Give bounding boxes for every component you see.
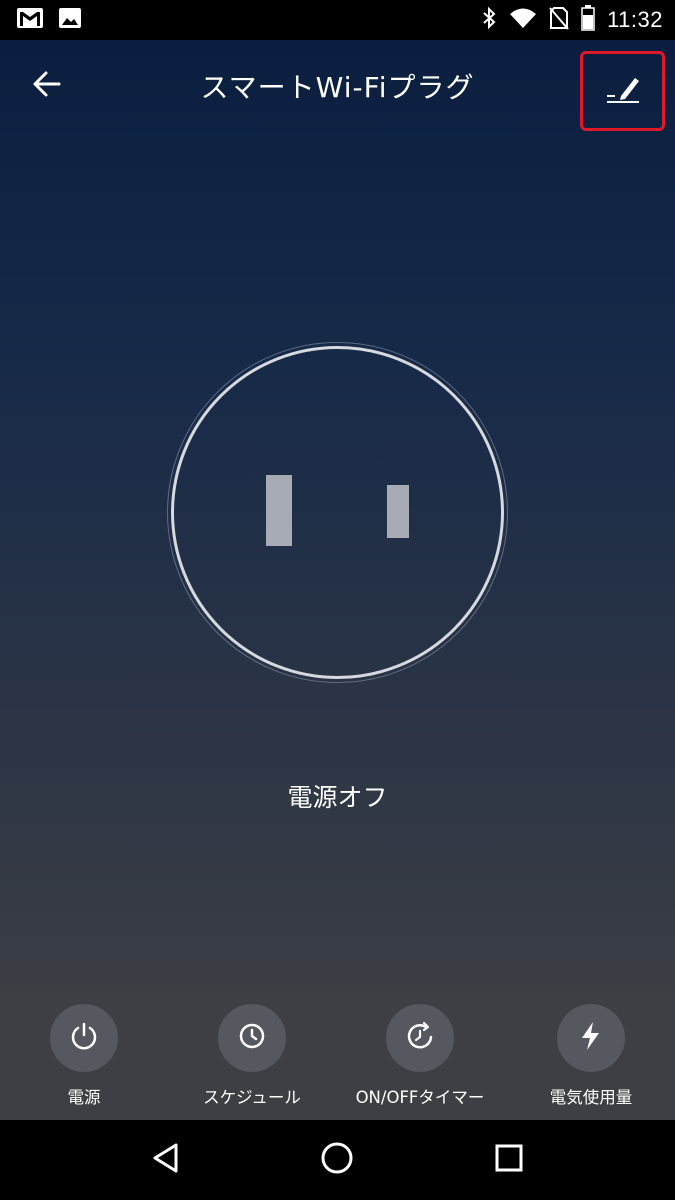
plug-slot-right [387, 485, 409, 538]
app-header: スマートWi-Fiプラグ [0, 40, 675, 132]
image-icon [58, 7, 82, 33]
schedule-label: スケジュール [203, 1088, 301, 1107]
system-nav-bar [0, 1120, 675, 1200]
energy-usage-label: 電気使用量 [549, 1088, 633, 1107]
nav-back-button[interactable] [126, 1130, 206, 1190]
battery-icon [581, 5, 595, 35]
bluetooth-icon [481, 6, 497, 34]
back-triangle-icon [151, 1142, 181, 1178]
wifi-icon [509, 7, 537, 33]
pencil-edit-icon [603, 72, 643, 110]
nav-home-button[interactable] [297, 1130, 377, 1190]
status-time: 11:32 [607, 7, 663, 32]
timer-button[interactable] [386, 1004, 454, 1072]
schedule-button[interactable] [218, 1004, 286, 1072]
plug-status-text: 電源オフ [287, 783, 388, 812]
plug-toggle[interactable] [165, 340, 510, 685]
lightning-icon [578, 1021, 604, 1055]
power-icon [69, 1021, 99, 1055]
schedule-action[interactable]: スケジュール [168, 1004, 336, 1114]
nav-recents-button[interactable] [469, 1130, 549, 1190]
clock-icon [237, 1021, 267, 1055]
timer-icon [404, 1020, 436, 1056]
gmail-icon [16, 7, 44, 33]
home-circle-icon [320, 1141, 354, 1179]
recents-square-icon [494, 1143, 524, 1177]
timer-label: ON/OFFタイマー [355, 1088, 485, 1107]
plug-slot-left [266, 475, 292, 546]
edit-button[interactable] [580, 51, 665, 131]
power-action[interactable]: 電源 [0, 1004, 168, 1114]
power-label: 電源 [67, 1088, 101, 1107]
action-bar: 電源 スケジュール ON/OFFタイマー 電気使用量 [0, 986, 675, 1120]
power-button[interactable] [50, 1004, 118, 1072]
energy-usage-action[interactable]: 電気使用量 [507, 1004, 675, 1114]
timer-action[interactable]: ON/OFFタイマー [336, 1004, 504, 1114]
energy-usage-button[interactable] [557, 1004, 625, 1072]
status-bar: 11:32 [0, 0, 675, 40]
no-sim-icon [549, 6, 569, 34]
page-title: スマートWi-Fiプラグ [200, 71, 475, 104]
app-screen: スマートWi-Fiプラグ 電源オフ [0, 40, 675, 986]
